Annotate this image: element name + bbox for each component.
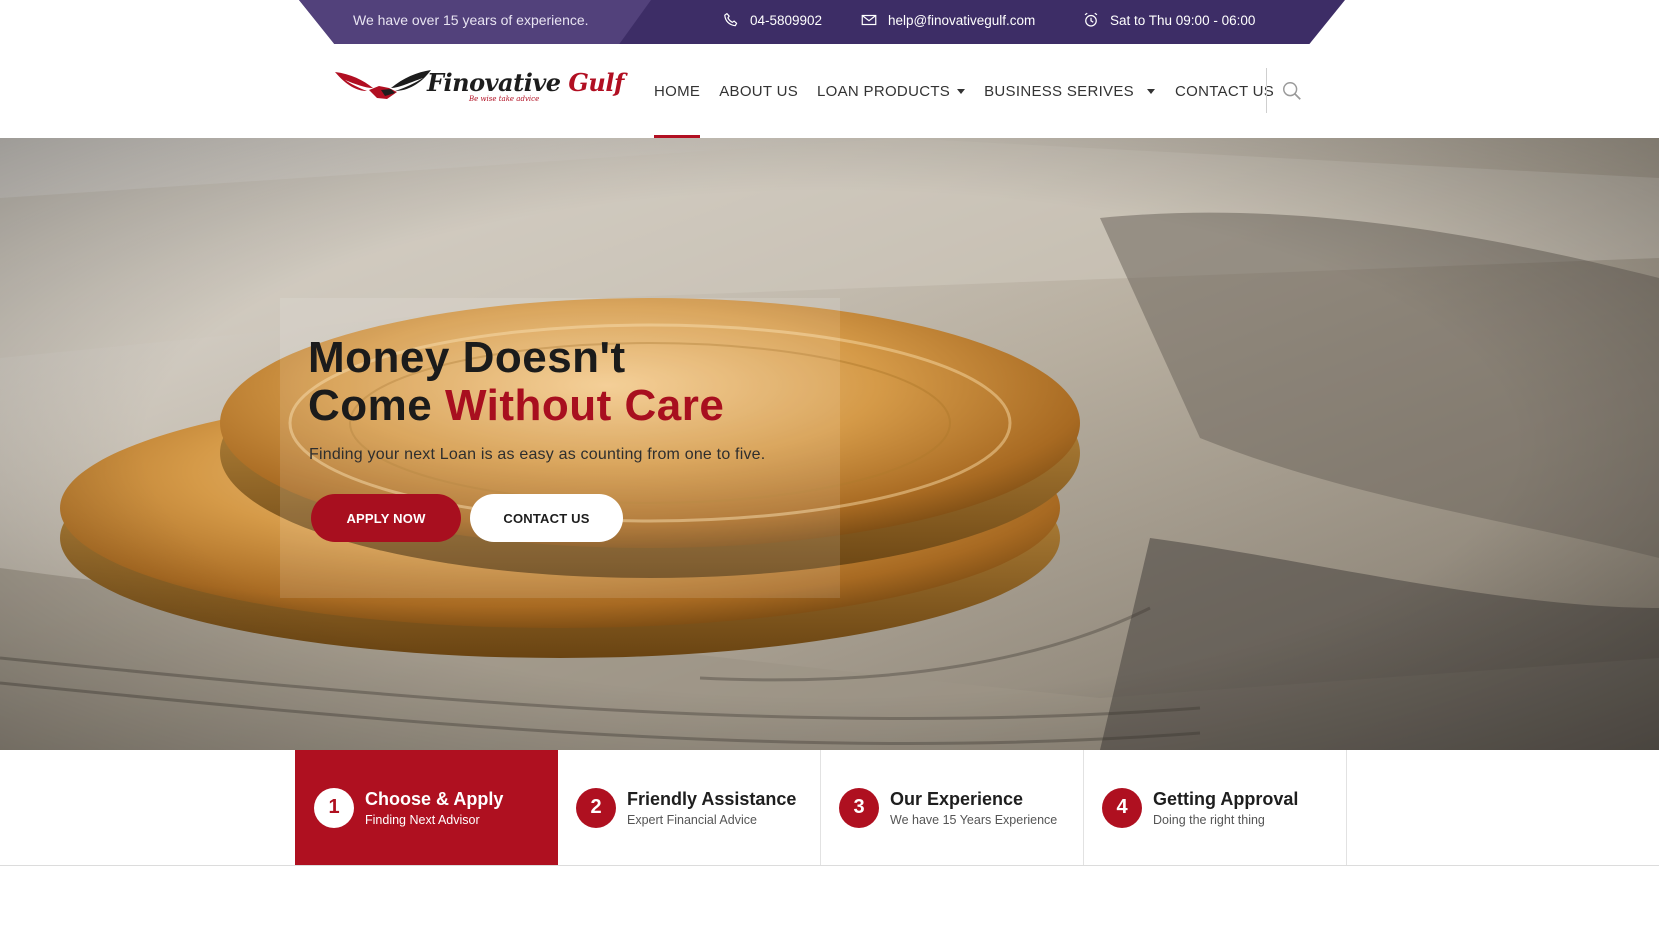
apply-now-button[interactable]: APPLY NOW bbox=[311, 494, 461, 542]
step-number-badge: 3 bbox=[839, 787, 879, 828]
caret-down-icon bbox=[957, 88, 966, 94]
step-subtitle: Doing the right thing bbox=[1153, 812, 1265, 827]
main-navigation: HOME ABOUT US LOAN PRODUCTS BUSINESS SER… bbox=[654, 44, 1293, 138]
step-choose-apply[interactable]: 1 Choose & Apply Finding Next Advisor bbox=[295, 750, 558, 865]
eagle-handshake-logo-icon bbox=[335, 70, 431, 99]
step-number-badge: 4 bbox=[1102, 787, 1142, 828]
hero-title-accent: Without Care bbox=[444, 381, 725, 430]
alarm-clock-icon bbox=[1082, 11, 1100, 29]
logo-text: Finovative Gulf Be wise take advice bbox=[427, 71, 624, 103]
nav-home[interactable]: HOME bbox=[654, 44, 701, 138]
hero-subtitle: Finding your next Loan is as easy as cou… bbox=[309, 446, 766, 463]
step-our-experience[interactable]: 3 Our Experience We have 15 Years Experi… bbox=[821, 750, 1084, 865]
site-header: Finovative Gulf Be wise take advice HOME… bbox=[0, 44, 1659, 138]
step-subtitle: Finding Next Advisor bbox=[365, 812, 480, 827]
nav-divider bbox=[1266, 68, 1267, 113]
experience-text: We have over 15 years of experience. bbox=[353, 12, 589, 28]
nav-loan-products[interactable]: LOAN PRODUCTS bbox=[817, 44, 966, 138]
nav-about-us[interactable]: ABOUT US bbox=[719, 44, 798, 138]
hours-text: Sat to Thu 09:00 - 06:00 bbox=[1110, 12, 1256, 28]
step-title: Choose & Apply bbox=[365, 788, 504, 809]
search-icon[interactable] bbox=[1281, 80, 1303, 102]
nav-business-services-label: BUSINESS SERIVES bbox=[984, 82, 1134, 100]
nav-home-label: HOME bbox=[654, 82, 701, 100]
logo-name-main: Finovative bbox=[427, 68, 561, 97]
step-title: Friendly Assistance bbox=[627, 788, 797, 809]
step-title: Getting Approval bbox=[1153, 788, 1299, 809]
logo-name-accent: Gulf bbox=[568, 68, 624, 97]
nav-contact-us-label: CONTACT US bbox=[1174, 82, 1275, 100]
nav-about-us-label: ABOUT US bbox=[719, 82, 799, 100]
process-steps: 1 Choose & Apply Finding Next Advisor 2 … bbox=[295, 750, 1347, 865]
site-logo[interactable]: Finovative Gulf Be wise take advice bbox=[333, 64, 624, 110]
hero-title: Money Doesn't Come Without Care bbox=[308, 334, 724, 430]
phone-number[interactable]: 04-5809902 bbox=[750, 13, 822, 28]
logo-tagline: Be wise take advice bbox=[469, 95, 540, 103]
email-contact[interactable]: help@finovativegulf.com bbox=[860, 11, 1035, 29]
caret-down-icon bbox=[1146, 88, 1155, 94]
contact-us-button[interactable]: CONTACT US bbox=[470, 494, 623, 542]
coins-on-banknotes-background-image bbox=[0, 138, 1659, 750]
phone-icon bbox=[722, 11, 740, 29]
nav-contact-us[interactable]: CONTACT US bbox=[1175, 44, 1274, 138]
step-title: Our Experience bbox=[890, 788, 1024, 809]
nav-loan-products-label: LOAN PRODUCTS bbox=[817, 82, 951, 100]
step-friendly-assistance[interactable]: 2 Friendly Assistance Expert Financial A… bbox=[558, 750, 821, 865]
email-address[interactable]: help@finovativegulf.com bbox=[888, 13, 1035, 28]
nav-business-services[interactable]: BUSINESS SERIVES bbox=[984, 44, 1155, 138]
envelope-icon bbox=[860, 11, 878, 29]
step-number-badge: 2 bbox=[576, 787, 616, 828]
step-subtitle: Expert Financial Advice bbox=[627, 812, 757, 827]
hours-info: Sat to Thu 09:00 - 06:00 bbox=[1082, 11, 1255, 29]
step-subtitle: We have 15 Years Experience bbox=[890, 812, 1058, 827]
step-number-badge: 1 bbox=[314, 787, 354, 828]
section-divider bbox=[0, 865, 1659, 866]
hero-title-line1: Money Doesn't bbox=[308, 333, 626, 382]
step-getting-approval[interactable]: 4 Getting Approval Doing the right thing bbox=[1084, 750, 1347, 865]
phone-contact[interactable]: 04-5809902 bbox=[722, 11, 822, 29]
hero-title-line2-plain: Come bbox=[308, 381, 433, 430]
hero-banner: Money Doesn't Come Without Care Finding … bbox=[0, 138, 1659, 750]
